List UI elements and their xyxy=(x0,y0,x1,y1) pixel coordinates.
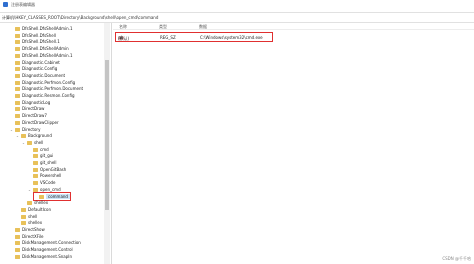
column-name[interactable]: 名称 xyxy=(119,24,127,30)
folder-icon xyxy=(15,33,20,38)
folder-icon xyxy=(15,248,20,253)
value-type: REG_SZ xyxy=(160,34,176,40)
tree-item-label: Diagnostic.Cabinet xyxy=(22,59,60,65)
tree-item-label: Powershell xyxy=(40,173,62,179)
tree-item-label: Diagnostic.Perfmon.Config xyxy=(22,79,76,85)
tree-item-label: DirectShow xyxy=(22,227,45,232)
tree-item-label: DefaultIcon xyxy=(28,206,51,212)
folder-icon xyxy=(15,53,20,58)
folder-icon xyxy=(15,60,20,65)
tree-item-label: cmd xyxy=(40,146,49,152)
values-pane: 名称 类型 数据 ab (默认) REG_SZ C:\Windows\system… xyxy=(113,23,474,264)
title-bar: 注册表编辑器 xyxy=(0,0,474,10)
tree-item-label: command xyxy=(46,193,70,199)
folder-icon xyxy=(15,114,20,119)
address-path: 计算机\HKEY_CLASSES_ROOT\Directory\Backgrou… xyxy=(2,15,159,20)
tree-item-label: DfsShell.DfsShell xyxy=(22,32,56,38)
regedit-app-icon xyxy=(3,2,8,7)
folder-icon xyxy=(27,201,32,206)
tree-item-label: shellex xyxy=(34,200,49,206)
tree-item-label: shell xyxy=(28,213,38,219)
folder-icon xyxy=(33,167,38,172)
pane-splitter[interactable] xyxy=(111,23,112,264)
tree-item-label: DiskManagement.Connection xyxy=(22,240,81,246)
folder-icon xyxy=(33,161,38,165)
folder-icon xyxy=(15,241,20,246)
tree-item-label: shell xyxy=(34,139,44,145)
folder-icon xyxy=(15,228,20,232)
tree-item-label: DirectDraw7 xyxy=(22,113,47,119)
folder-icon xyxy=(33,154,38,159)
folder-icon xyxy=(15,127,20,132)
tree-item-label: DiskManagement.Control xyxy=(22,247,73,253)
window-title: 注册表编辑器 xyxy=(11,2,35,7)
values-header: 名称 类型 数据 xyxy=(113,23,474,30)
tree-item-label: DfsShell.DfsShellAdmin.1 xyxy=(22,26,73,31)
tree-item-label: Directory xyxy=(22,126,41,132)
tree-item-label: Background xyxy=(28,133,52,139)
tree-item-label: Diagnostic.Resmon.Config xyxy=(22,93,75,98)
tree-item-label: git_shell xyxy=(40,160,57,165)
watermark: CSDN @千千哈 xyxy=(442,256,471,261)
value-row-default[interactable]: ab (默认) REG_SZ C:\Windows\system32\cmd.ex… xyxy=(115,32,273,42)
tree-item-label: Diagnostic.Document xyxy=(22,72,66,78)
folder-icon xyxy=(33,187,38,192)
folder-icon xyxy=(15,67,20,72)
folder-icon xyxy=(21,214,26,219)
tree-item-label: DfsShell.DfsShellAdmin xyxy=(22,46,69,52)
tree-item-label: DfsShell.DfsShell.1 xyxy=(22,39,60,45)
column-type[interactable]: 类型 xyxy=(159,24,167,30)
tree-item-label: git_gui xyxy=(40,153,54,159)
address-bar[interactable]: 计算机\HKEY_CLASSES_ROOT\Directory\Backgrou… xyxy=(0,12,474,23)
folder-icon xyxy=(15,87,20,92)
column-data[interactable]: 数据 xyxy=(199,24,207,30)
folder-icon xyxy=(15,80,20,85)
registry-tree[interactable]: DfsShell.DfsShellAdmin.1 DfsShell.DfsShel… xyxy=(0,23,110,264)
folder-icon xyxy=(15,120,20,125)
folder-icon xyxy=(39,194,44,199)
folder-icon xyxy=(15,94,20,98)
folder-icon xyxy=(27,140,32,145)
tree-item-label: Diagnostic.Perfmon.Document xyxy=(22,86,84,92)
folder-icon xyxy=(15,27,20,31)
folder-icon xyxy=(21,221,26,226)
tree-item-label: DirectXFile xyxy=(22,233,44,239)
folder-icon xyxy=(15,234,20,239)
folder-icon xyxy=(15,40,20,45)
tree-item-label: DirectDraw xyxy=(22,106,45,112)
folder-icon xyxy=(15,73,20,78)
value-data: C:\Windows\system32\cmd.exe xyxy=(200,34,263,40)
tree-scrollbar-thumb[interactable] xyxy=(105,60,109,210)
tree-item[interactable]: DiskManagement.SnapIn xyxy=(10,253,72,260)
folder-icon xyxy=(33,181,38,186)
tree-item-label: open_cmd xyxy=(40,186,61,192)
folder-icon xyxy=(33,174,38,179)
folder-icon xyxy=(15,254,20,259)
folder-icon xyxy=(15,100,20,105)
tree-item-label: DiagnosticLog xyxy=(22,99,51,105)
folder-icon xyxy=(21,207,26,212)
tree-item-label: VSCode xyxy=(40,180,56,186)
tree-item-label: shellex xyxy=(28,220,43,226)
tree-item-label: DirectDrawClipper xyxy=(22,119,59,125)
folder-icon xyxy=(21,134,26,139)
folder-icon xyxy=(15,47,20,52)
tree-item-label: Diagnostic.Config xyxy=(22,66,58,72)
tree-item-label: OpenGitBash xyxy=(40,166,67,172)
tree-item-label: DiskManagement.SnapIn xyxy=(22,253,72,259)
tree-item-label: DfsShell.DfsShellAdmin.1 xyxy=(22,52,73,58)
folder-icon xyxy=(33,147,38,152)
folder-icon xyxy=(15,107,20,112)
